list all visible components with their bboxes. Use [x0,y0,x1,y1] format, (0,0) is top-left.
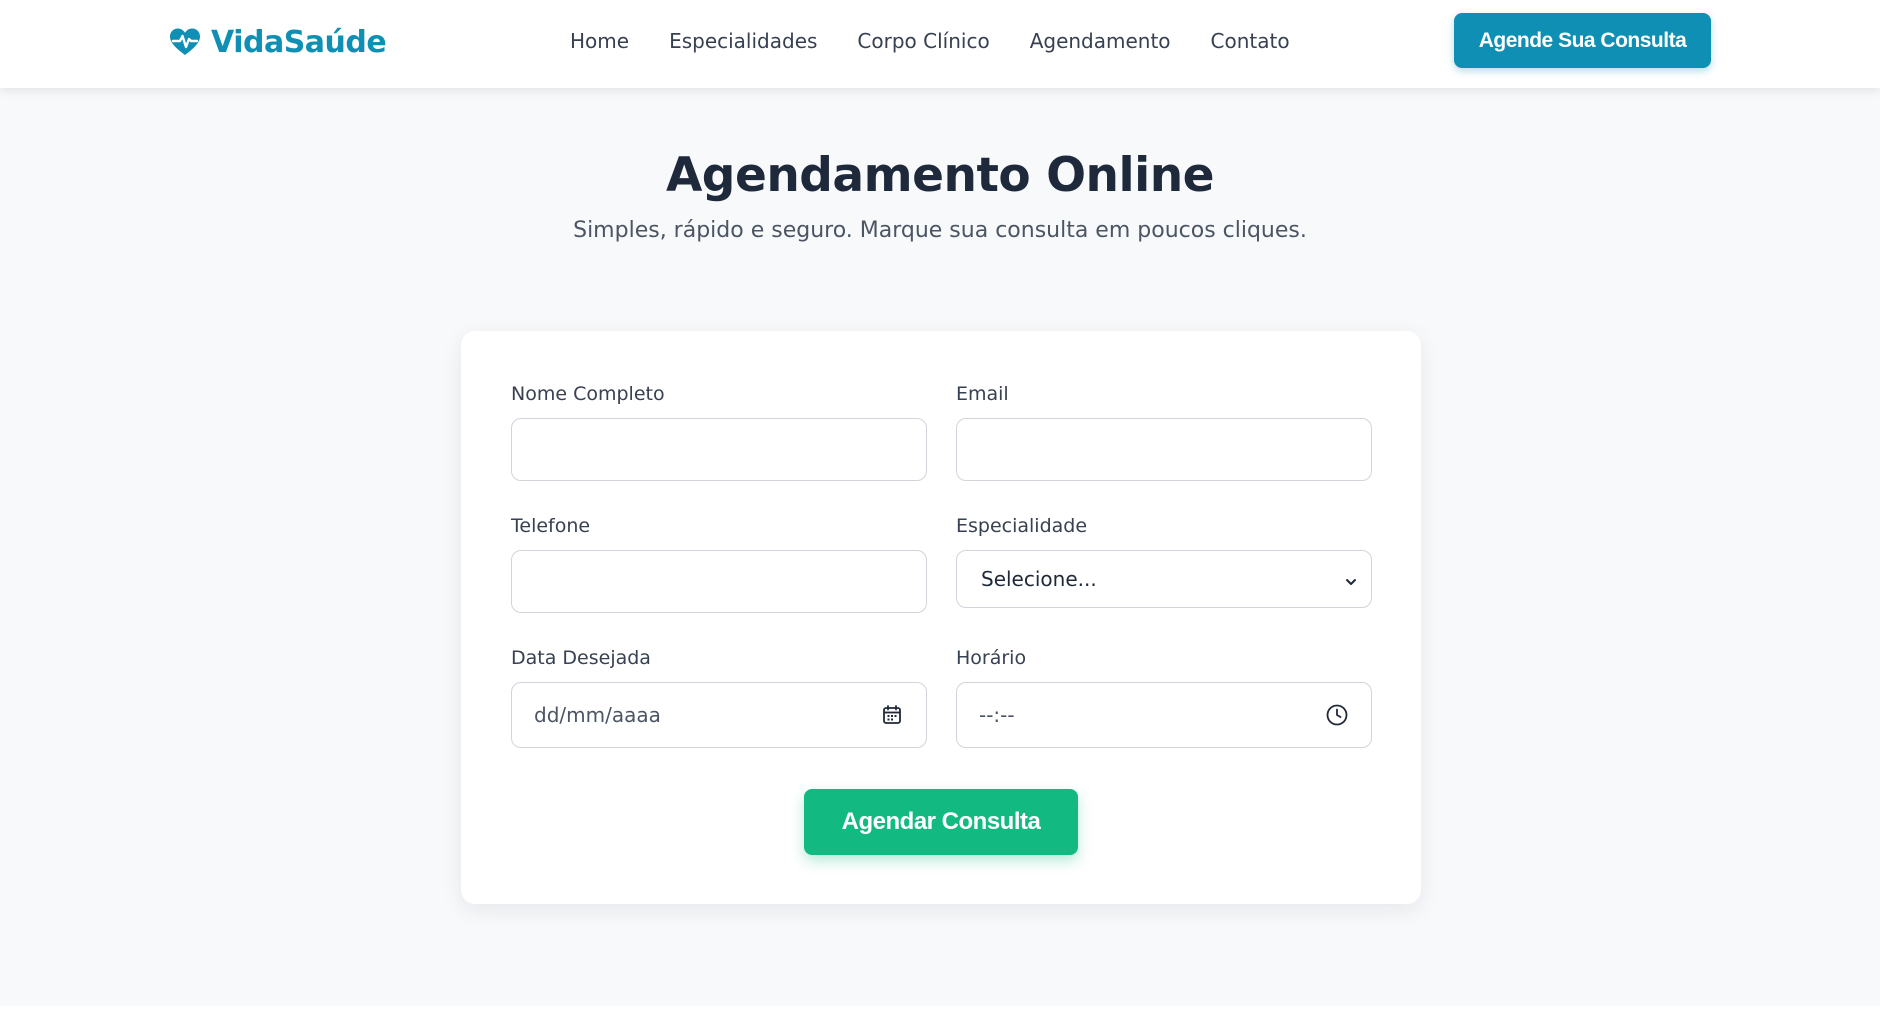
date-label: Data Desejada [511,647,651,669]
email-input[interactable] [956,418,1372,481]
page-subtitle: Simples, rápido e seguro. Marque sua con… [573,218,1307,243]
chevron-down-icon [1343,571,1359,587]
site-header: VidaSaúde Home Especialidades Corpo Clín… [0,0,1880,88]
heart-pulse-icon [169,27,201,57]
nav-especialidades[interactable]: Especialidades [669,29,817,53]
date-input[interactable]: dd/mm/aaaa [511,682,927,748]
date-field-group: Data Desejada dd/mm/aaaa [511,646,927,748]
calendar-icon[interactable] [880,703,904,727]
time-field-group: Horário --:-- [956,646,1372,748]
specialty-selected-value: Selecione... [981,567,1097,591]
time-placeholder: --:-- [979,703,1015,727]
email-label: Email [956,383,1009,405]
name-input[interactable] [511,418,927,481]
book-appointment-button[interactable]: Agende Sua Consulta [1454,13,1711,68]
date-placeholder: dd/mm/aaaa [534,703,661,727]
appointment-form: Nome Completo Email Telefone Especialida… [461,331,1421,904]
time-input[interactable]: --:-- [956,682,1372,748]
specialty-label: Especialidade [956,515,1088,537]
phone-input[interactable] [511,550,927,613]
main-content: Agendamento Online Simples, rápido e seg… [0,88,1880,1006]
page-footer-edge [0,1006,1880,1026]
phone-field-group: Telefone [511,514,927,613]
logo-text: VidaSaúde [211,24,387,60]
submit-appointment-button[interactable]: Agendar Consulta [804,789,1078,855]
email-field-group: Email [956,382,1372,481]
clock-icon[interactable] [1325,703,1349,727]
name-label: Nome Completo [511,383,665,405]
nav-agendamento[interactable]: Agendamento [1030,29,1171,53]
specialty-select[interactable]: Selecione... [956,550,1372,608]
page-title: Agendamento Online [665,148,1215,203]
main-nav: Home Especialidades Corpo Clínico Agenda… [570,27,1290,55]
nav-corpo-clinico[interactable]: Corpo Clínico [857,29,989,53]
phone-label: Telefone [511,515,591,537]
logo[interactable]: VidaSaúde [169,22,387,62]
specialty-field-group: Especialidade Selecione... [956,514,1372,608]
nav-home[interactable]: Home [570,29,629,53]
nav-contato[interactable]: Contato [1211,29,1290,53]
time-label: Horário [956,647,1027,669]
name-field-group: Nome Completo [511,382,927,481]
